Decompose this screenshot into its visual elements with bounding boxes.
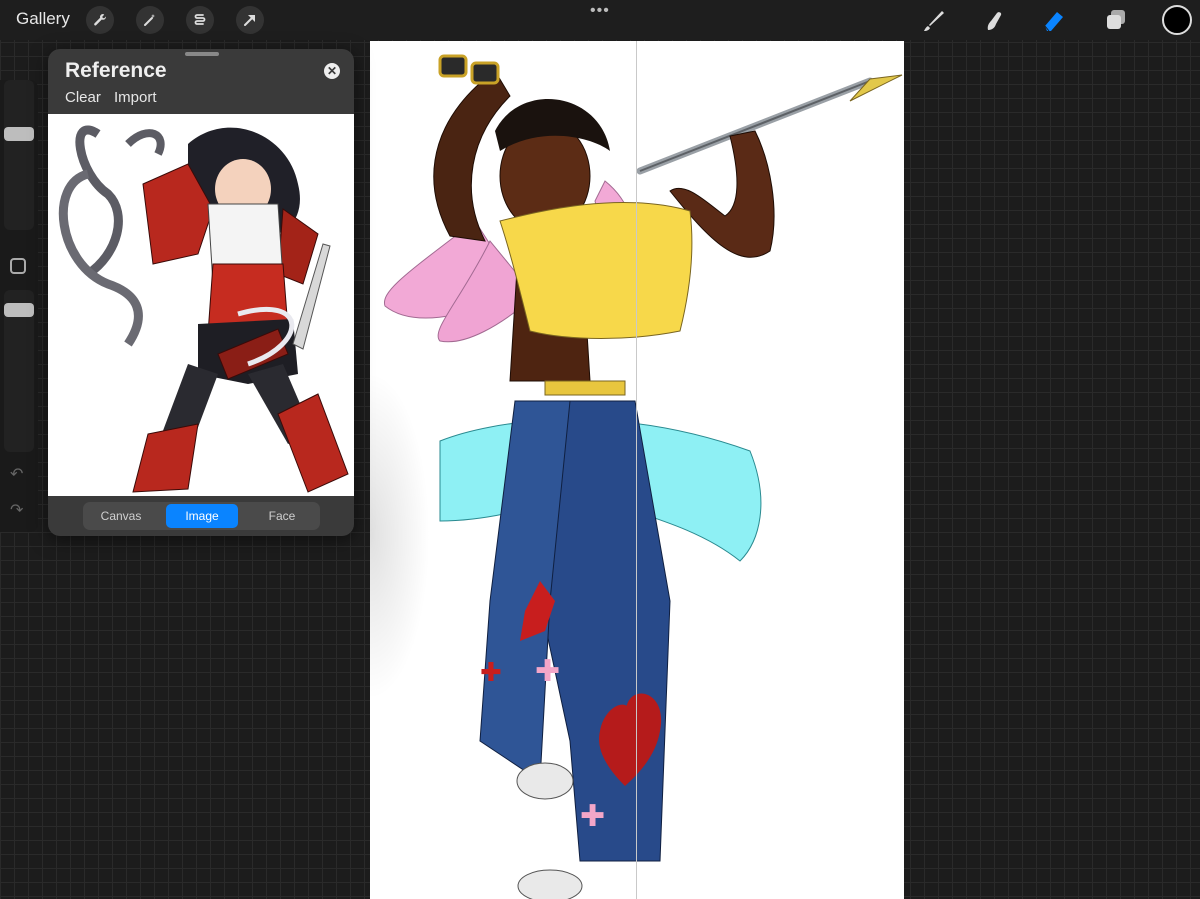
- brush-size-knob[interactable]: [4, 127, 34, 141]
- reference-panel[interactable]: Reference ✕ Clear Import Canvas Image Fa…: [48, 49, 354, 536]
- modify-button[interactable]: [10, 258, 26, 274]
- color-picker-swatch[interactable]: [1162, 5, 1192, 35]
- transform-arrow-icon[interactable]: [236, 6, 264, 34]
- top-toolbar: Gallery •••: [0, 0, 1200, 40]
- close-icon[interactable]: ✕: [324, 63, 340, 79]
- drawing-canvas[interactable]: ✚ ✚ ✚: [370, 41, 904, 899]
- more-options-icon[interactable]: •••: [590, 2, 610, 20]
- undo-icon[interactable]: ↶: [10, 464, 23, 484]
- panel-drag-handle[interactable]: [185, 52, 219, 56]
- canvas-shadow: [370, 371, 430, 701]
- redo-icon[interactable]: ↷: [10, 500, 23, 520]
- symmetry-guide: [636, 41, 637, 899]
- svg-text:✚: ✚: [580, 799, 605, 834]
- reference-title: Reference: [65, 59, 167, 82]
- tab-image[interactable]: Image: [166, 504, 238, 528]
- layers-icon[interactable]: [1102, 6, 1130, 34]
- wrench-icon[interactable]: [86, 6, 114, 34]
- brush-size-slider[interactable]: [4, 80, 34, 230]
- selection-icon[interactable]: [186, 6, 214, 34]
- eraser-icon[interactable]: [1040, 6, 1068, 34]
- reference-image: [48, 114, 354, 496]
- gallery-button[interactable]: Gallery: [16, 9, 70, 29]
- tab-face[interactable]: Face: [246, 504, 318, 528]
- smudge-icon[interactable]: [980, 6, 1008, 34]
- reference-mode-tabs: Canvas Image Face: [83, 502, 320, 530]
- import-button[interactable]: Import: [114, 89, 157, 106]
- magic-wand-icon[interactable]: [136, 6, 164, 34]
- svg-text:✚: ✚: [535, 654, 560, 689]
- opacity-knob[interactable]: [4, 303, 34, 317]
- svg-text:✚: ✚: [480, 658, 502, 688]
- tab-canvas[interactable]: Canvas: [85, 504, 157, 528]
- character-illustration: ✚ ✚ ✚: [383, 54, 903, 899]
- left-sidebar: ↶ ↷: [0, 80, 38, 532]
- brush-icon[interactable]: [920, 6, 948, 34]
- clear-button[interactable]: Clear: [65, 89, 101, 106]
